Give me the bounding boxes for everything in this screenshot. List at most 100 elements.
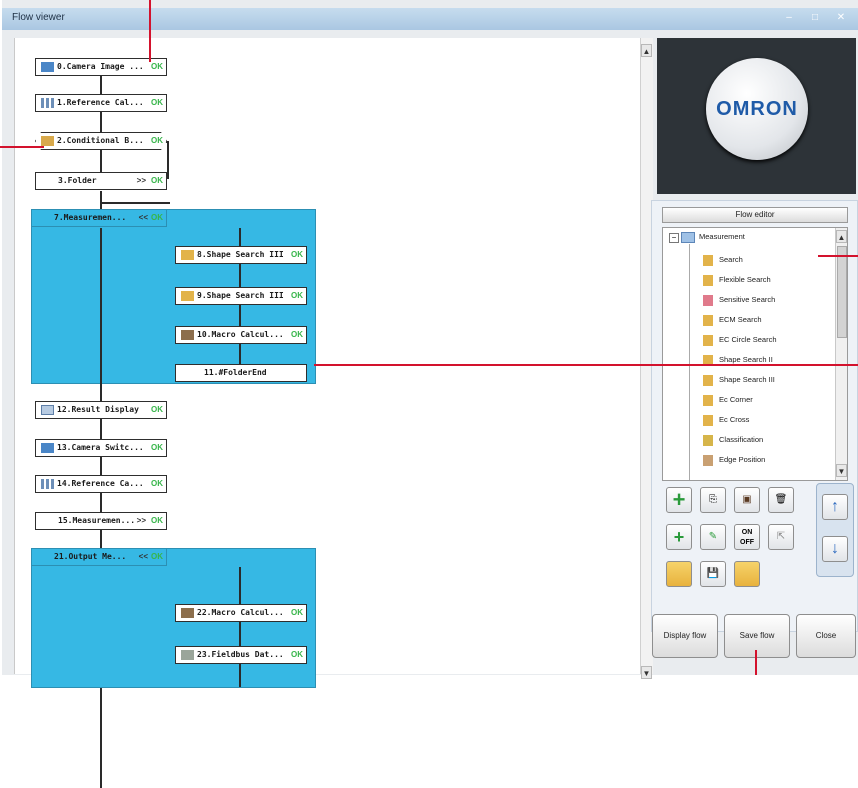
status-ok: OK — [151, 176, 163, 185]
paste-icon[interactable]: ▣ — [734, 487, 760, 513]
tree-item[interactable]: Shape Search III — [703, 372, 775, 388]
minimize-button[interactable]: – — [780, 11, 798, 25]
flow-node-camera-image[interactable]: 0.Camera Image ... OK — [35, 58, 167, 76]
tree-item[interactable]: Classification — [703, 432, 763, 448]
tree-item[interactable]: ECM Search — [703, 312, 762, 328]
flow-node-measurement-group[interactable]: 7.Measuremen... << OK — [31, 209, 167, 227]
flow-node-folder-end[interactable]: 11.#FolderEnd — [175, 364, 307, 382]
annotation-line — [314, 364, 858, 366]
flow-node-camera-switch[interactable]: 13.Camera Switc... OK — [35, 439, 167, 457]
flow-node-folder[interactable]: 3.Folder >> OK — [35, 172, 167, 190]
tree-item[interactable]: Ec Corner — [703, 392, 753, 408]
status-ok: OK — [151, 443, 163, 452]
flow-pane[interactable]: 0.Camera Image ... OK 1.Reference Cal... O… — [14, 38, 641, 788]
tree-item[interactable]: Sensitive Search — [703, 292, 775, 308]
flow-node-reference-calibration[interactable]: 1.Reference Cal... OK — [35, 94, 167, 112]
flow-editor-header[interactable]: Flow editor — [662, 207, 848, 223]
status-ok: OK — [151, 516, 163, 525]
scroll-up-arrow-icon[interactable]: ▲ — [836, 230, 847, 243]
flow-node-reference-calibration-14[interactable]: 14.Reference Ca... OK — [35, 475, 167, 493]
ecm-search-icon — [703, 314, 713, 326]
processing-item-tree[interactable]: − Measurement Search Flexible Search Sen… — [662, 227, 848, 481]
tree-item[interactable]: Edge Position — [703, 452, 765, 468]
flow-node-shape-search-9[interactable]: 9.Shape Search III OK — [175, 287, 307, 305]
shape-search-icon — [181, 249, 194, 260]
connector-line — [100, 191, 102, 209]
status-ok: OK — [291, 608, 303, 617]
scroll-down-arrow-icon[interactable]: ▼ — [641, 666, 652, 679]
flexible-search-icon — [703, 274, 713, 286]
display-flow-button[interactable]: Display flow — [652, 614, 718, 658]
status-ok: OK — [151, 405, 163, 414]
reference-calibration-icon — [41, 97, 54, 108]
sensitive-search-icon — [703, 294, 713, 306]
scroll-up-arrow-icon[interactable]: ▲ — [641, 44, 652, 57]
on-off-icon[interactable]: ON OFF — [734, 524, 760, 550]
collapse-marker: << — [138, 213, 148, 222]
move-button-group: ↑ ↓ — [816, 483, 854, 577]
shape-search-icon — [703, 374, 713, 386]
fieldbus-icon — [181, 649, 194, 660]
search-icon — [703, 254, 713, 266]
flow-node-shape-search-8[interactable]: 8.Shape Search III OK — [175, 246, 307, 264]
status-ok: OK — [151, 62, 163, 71]
branch-line — [167, 141, 169, 179]
scroll-down-arrow-icon[interactable]: ▼ — [836, 464, 847, 477]
reference-calibration-icon — [41, 478, 54, 489]
close-window-button[interactable]: ✕ — [832, 11, 850, 25]
tree-item[interactable]: EC Circle Search — [703, 332, 777, 348]
insert-icon[interactable]: + — [666, 524, 692, 550]
delete-icon[interactable]: 🗑 — [768, 487, 794, 513]
save-icon[interactable]: 💾 — [700, 561, 726, 587]
rename-icon[interactable]: ✎ — [700, 524, 726, 550]
tree-guide-line — [689, 244, 690, 480]
flow-node-macro-calculation-10[interactable]: 10.Macro Calcul... OK — [175, 326, 307, 344]
title-bar: Flow viewer – □ ✕ — [2, 8, 858, 30]
status-ok: OK — [291, 250, 303, 259]
close-button[interactable]: Close — [796, 614, 856, 658]
move-down-icon[interactable]: ↓ — [822, 536, 848, 562]
flow-node-conditional-branch[interactable]: 2.Conditional B... OK — [35, 132, 167, 150]
open-folder-icon[interactable] — [666, 561, 692, 587]
cross-icon — [703, 414, 713, 426]
image-preview: OMRON — [657, 38, 856, 194]
status-ok: OK — [291, 291, 303, 300]
conditional-branch-icon — [41, 135, 54, 146]
cursor-icon[interactable]: ⇱ — [768, 524, 794, 550]
macro-calc-icon — [181, 607, 194, 618]
copy-icon[interactable]: ⎘ — [700, 487, 726, 513]
maximize-button[interactable]: □ — [806, 11, 824, 25]
shape-search-icon — [181, 290, 194, 301]
status-ok: OK — [151, 98, 163, 107]
camera-switch-icon — [41, 442, 54, 453]
flow-node-result-display[interactable]: 12.Result Display OK — [35, 401, 167, 419]
flow-node-macro-calculation-22[interactable]: 22.Macro Calcul... OK — [175, 604, 307, 622]
status-ok: OK — [291, 330, 303, 339]
collapse-marker: << — [138, 552, 148, 561]
status-ok: OK — [151, 552, 163, 561]
tree-root-label: Measurement — [699, 232, 745, 241]
save-flow-button[interactable]: Save flow — [724, 614, 790, 658]
tree-scrollbar[interactable]: ▲ ▼ — [835, 228, 847, 480]
result-display-icon — [41, 404, 54, 415]
add-icon[interactable]: + — [666, 487, 692, 513]
collapse-toggle-icon[interactable]: − — [669, 233, 679, 243]
annotation-line — [818, 255, 858, 257]
window-title: Flow viewer — [12, 12, 65, 23]
ec-circle-search-icon — [703, 334, 713, 346]
tree-item[interactable]: Search — [703, 252, 743, 268]
macro-calc-icon — [181, 329, 194, 340]
tree-item[interactable]: Ec Cross — [703, 412, 749, 428]
flow-node-output-group[interactable]: 21.Output Me... << OK — [31, 548, 167, 566]
flow-node-measurement-15[interactable]: 15.Measuremen... >> OK — [35, 512, 167, 530]
flow-node-fieldbus-data[interactable]: 23.Fieldbus Dat... OK — [175, 646, 307, 664]
move-up-icon[interactable]: ↑ — [822, 494, 848, 520]
status-ok: OK — [151, 479, 163, 488]
status-ok: OK — [151, 136, 163, 145]
annotation-line — [149, 0, 151, 62]
scroll-thumb[interactable] — [837, 246, 847, 338]
link-icon[interactable] — [734, 561, 760, 587]
tree-item[interactable]: Flexible Search — [703, 272, 771, 288]
flow-editor-panel: Flow editor − Measurement Search Flexibl… — [651, 200, 858, 632]
annotation-line — [0, 146, 44, 148]
